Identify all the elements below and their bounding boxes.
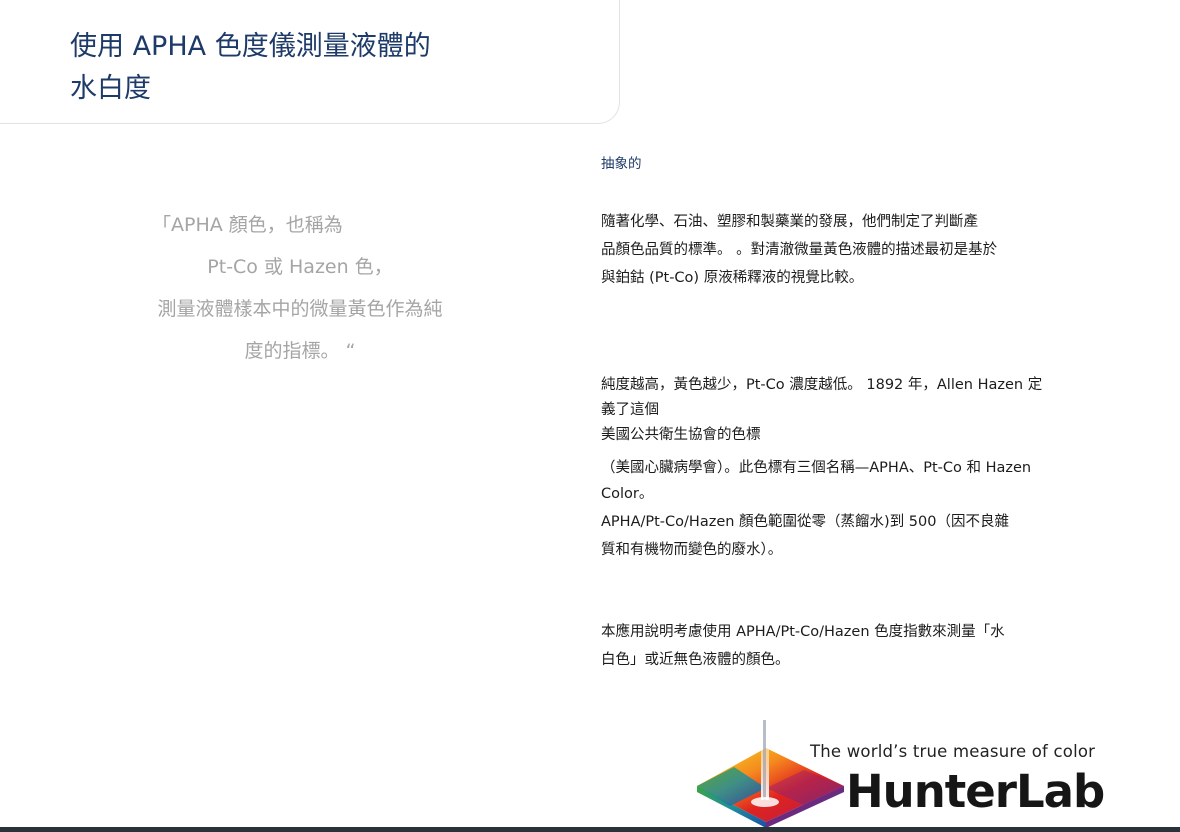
pull-quote-line: Pt-Co 或 Hazen 色， <box>207 256 393 278</box>
text-line: 隨著化學、石油、塑膠和製藥業的發展，他們制定了判斷產 <box>601 214 978 230</box>
text-line: Color。 <box>601 486 654 502</box>
text-line: APHA/Pt-Co/Hazen 顏色範圍從零（蒸餾水)到 500（因不良雜 <box>601 514 1009 530</box>
pull-quote-line: 測量液體樣本中的微量黃色作為純 <box>157 298 443 320</box>
pull-quote: 「APHA 顏色，也稱為 Pt-Co 或 Hazen 色， 測量液體樣本中的微量… <box>120 204 480 372</box>
text-line: 白色」或近無色液體的顏色。 <box>601 652 790 668</box>
text-line: （美國心臟病學會）。此色標有三個名稱—APHA、Pt-Co 和 Hazen <box>601 460 1032 476</box>
logo-tagline: The world’s true measure of color <box>810 742 1096 761</box>
text-line: 義了這個 <box>601 402 659 418</box>
pull-quote-line: 「APHA 顏色，也稱為 <box>152 214 343 236</box>
abstract-paragraph-3: （美國心臟病學會）。此色標有三個名稱—APHA、Pt-Co 和 Hazen Co… <box>601 455 1031 507</box>
text-line: 純度越高，黃色越少，Pt-Co 濃度越低。 1892 年，Allen Hazen… <box>601 377 1043 393</box>
abstract-paragraph-2: 純度越高，黃色越少，Pt-Co 濃度越低。 1892 年，Allen Hazen… <box>601 373 1042 448</box>
abstract-paragraph-5: 本應用說明考慮使用 APHA/Pt-Co/Hazen 色度指數來測量「水 白色」… <box>601 618 1005 674</box>
text-line: 品顏色品質的標準。 。對清澈微量黃色液體的描述最初是基於 <box>601 242 998 258</box>
pull-quote-line: 度的指標。 “ <box>244 340 356 362</box>
abstract-paragraph-4: APHA/Pt-Co/Hazen 顏色範圍從零（蒸餾水)到 500（因不良雜 質… <box>601 508 1009 564</box>
text-line: 與鉑鈷 (Pt-Co) 原液稀釋液的視覺比較。 <box>601 270 864 286</box>
page-title: 使用 APHA 色度儀測量液體的 水白度 <box>70 26 500 110</box>
text-line: 美國公共衛生協會的色標 <box>601 427 761 443</box>
text-line: 本應用說明考慮使用 APHA/Pt-Co/Hazen 色度指數來測量「水 <box>601 624 1005 640</box>
page-title-line: 使用 APHA 色度儀測量液體的 <box>70 31 431 62</box>
text-line: 質和有機物而變色的廢水）。 <box>601 542 783 558</box>
hunterlab-logo: The world’s true measure of color Hunter… <box>694 718 1105 828</box>
section-heading: 抽象的 <box>601 156 642 172</box>
color-diamond-icon <box>697 720 844 828</box>
abstract-paragraph-1: 隨著化學、石油、塑膠和製藥業的發展，他們制定了判斷產 品顏色品質的標準。 。對清… <box>601 208 997 292</box>
bottom-bar <box>0 827 1180 832</box>
page-title-line: 水白度 <box>70 73 151 104</box>
logo-wordmark: HunterLab <box>846 765 1105 818</box>
